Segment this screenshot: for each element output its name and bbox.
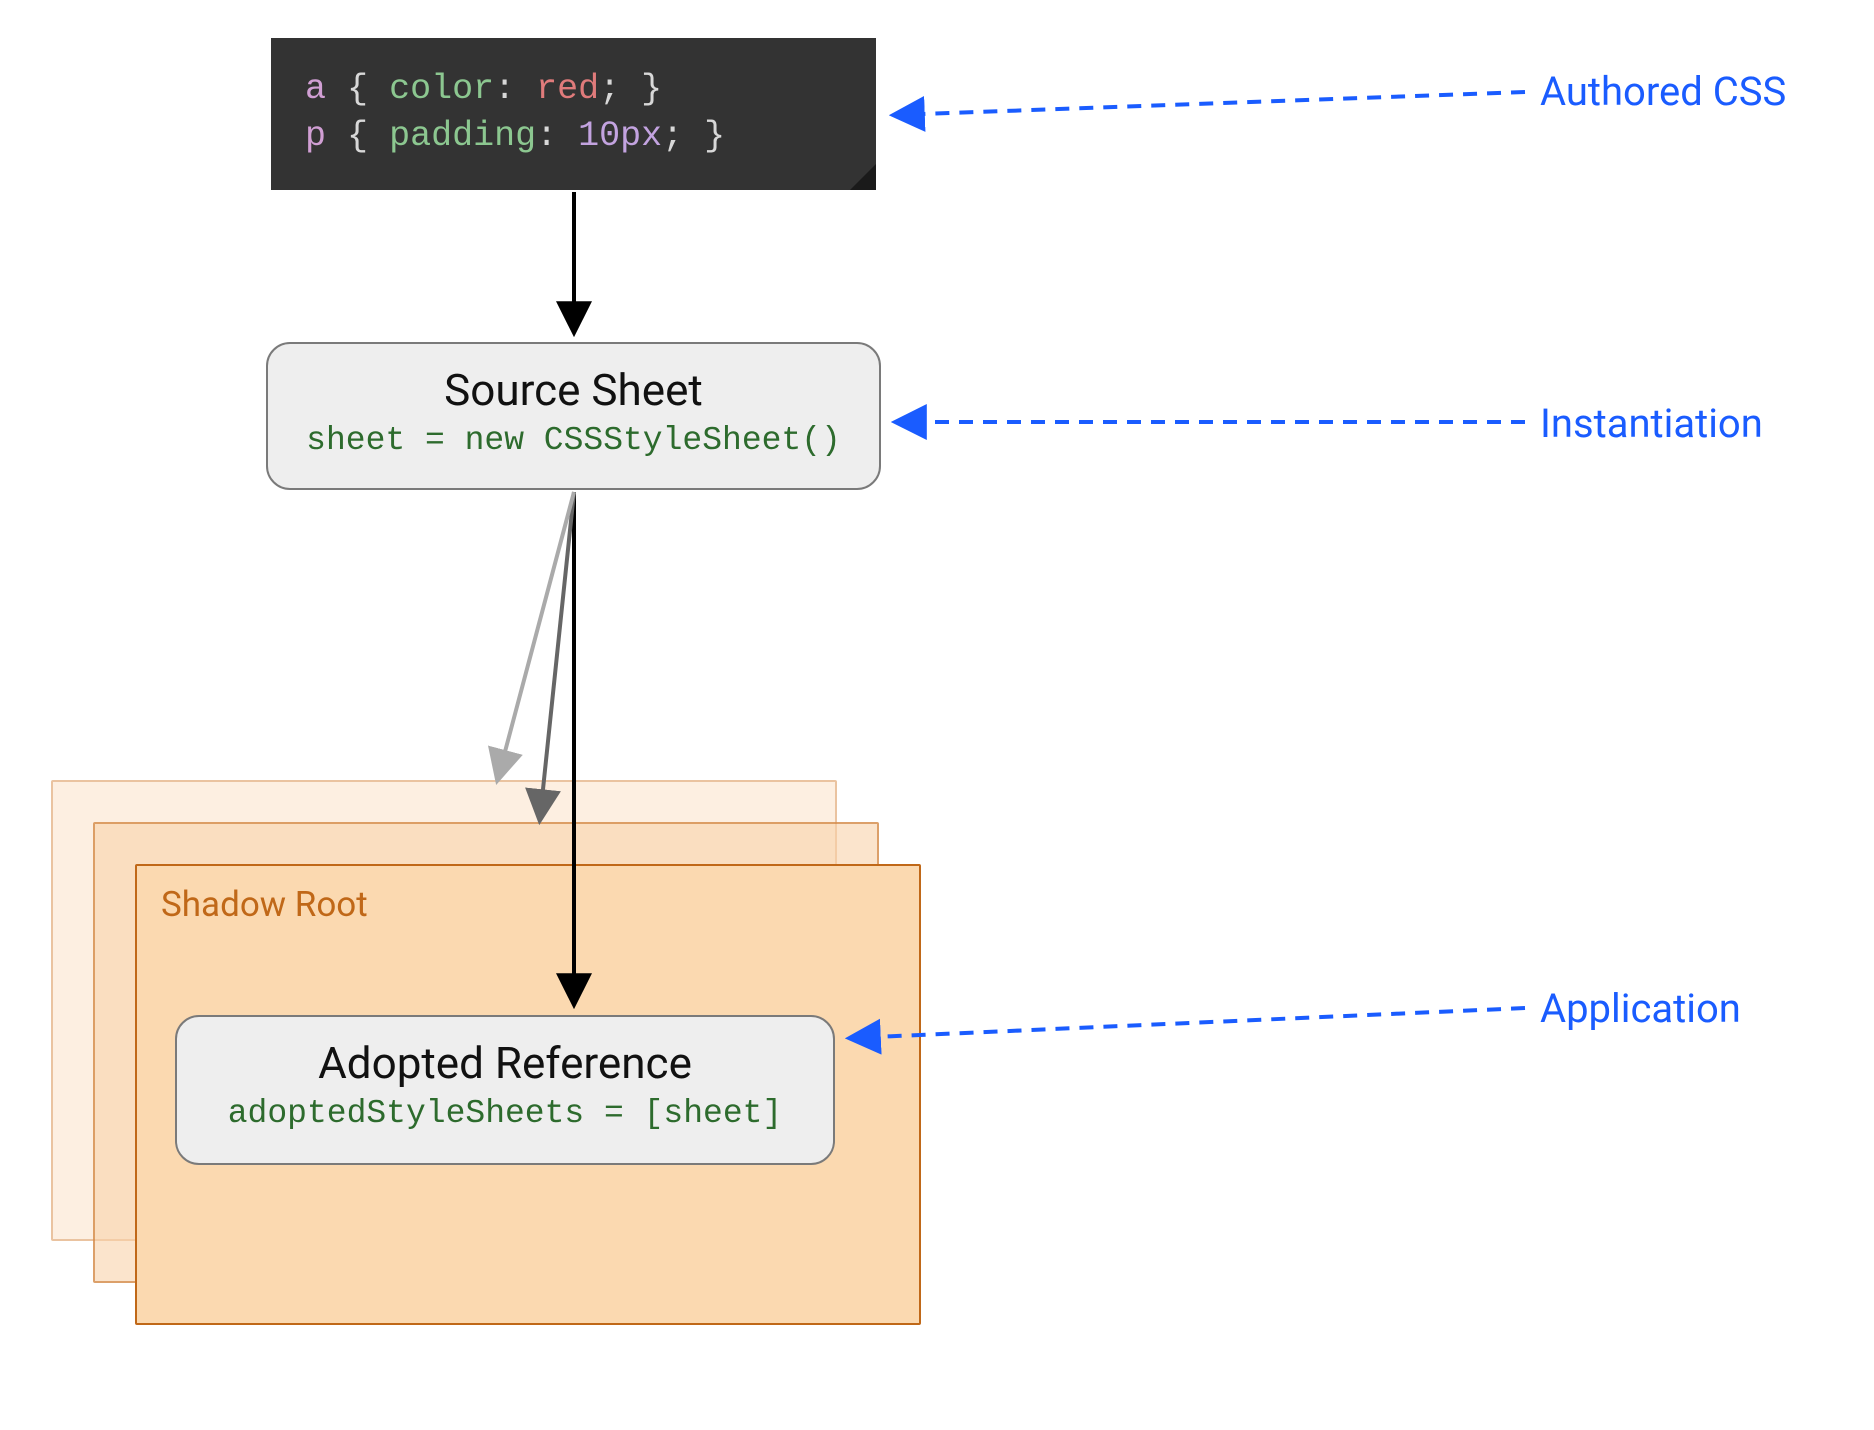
code-brace: } bbox=[704, 116, 725, 156]
code-semi: ; bbox=[662, 116, 683, 156]
code-brace: { bbox=[347, 69, 368, 109]
code-selector: a bbox=[305, 69, 326, 109]
code-selector: p bbox=[305, 116, 326, 156]
shadow-root-title: Shadow Root bbox=[161, 884, 895, 925]
adopted-reference-card: Adopted Reference adoptedStyleSheets = [… bbox=[175, 1015, 835, 1165]
code-colon: : bbox=[494, 69, 515, 109]
callout-arrow-application bbox=[852, 1008, 1525, 1038]
code-brace: { bbox=[347, 116, 368, 156]
source-sheet-title: Source Sheet bbox=[278, 364, 869, 416]
code-brace: } bbox=[641, 69, 662, 109]
arrow-source-to-shadow-3 bbox=[498, 492, 574, 778]
code-colon: : bbox=[536, 116, 557, 156]
code-property: padding bbox=[389, 116, 536, 156]
source-sheet-card: Source Sheet sheet = new CSSStyleSheet() bbox=[266, 342, 881, 490]
code-semi: ; bbox=[599, 69, 620, 109]
diagram-root: a { color: red; } p { padding: 10px; } S… bbox=[0, 0, 1874, 1430]
code-line-1: a { color: red; } bbox=[305, 66, 842, 113]
callout-instantiation: Instantiation bbox=[1540, 400, 1763, 447]
callout-authored-css: Authored CSS bbox=[1540, 68, 1786, 115]
adopted-reference-code: adoptedStyleSheets = [sheet] bbox=[187, 1095, 823, 1132]
callout-arrow-authored bbox=[896, 92, 1525, 115]
arrow-source-to-shadow-2 bbox=[540, 492, 574, 818]
code-line-2: p { padding: 10px; } bbox=[305, 113, 842, 160]
adopted-reference-title: Adopted Reference bbox=[187, 1037, 823, 1089]
code-property: color bbox=[389, 69, 494, 109]
authored-css-code-block: a { color: red; } p { padding: 10px; } bbox=[271, 38, 876, 190]
code-value: red bbox=[536, 69, 599, 109]
callout-application: Application bbox=[1540, 985, 1741, 1032]
source-sheet-code: sheet = new CSSStyleSheet() bbox=[278, 422, 869, 459]
code-value: 10px bbox=[578, 116, 662, 156]
